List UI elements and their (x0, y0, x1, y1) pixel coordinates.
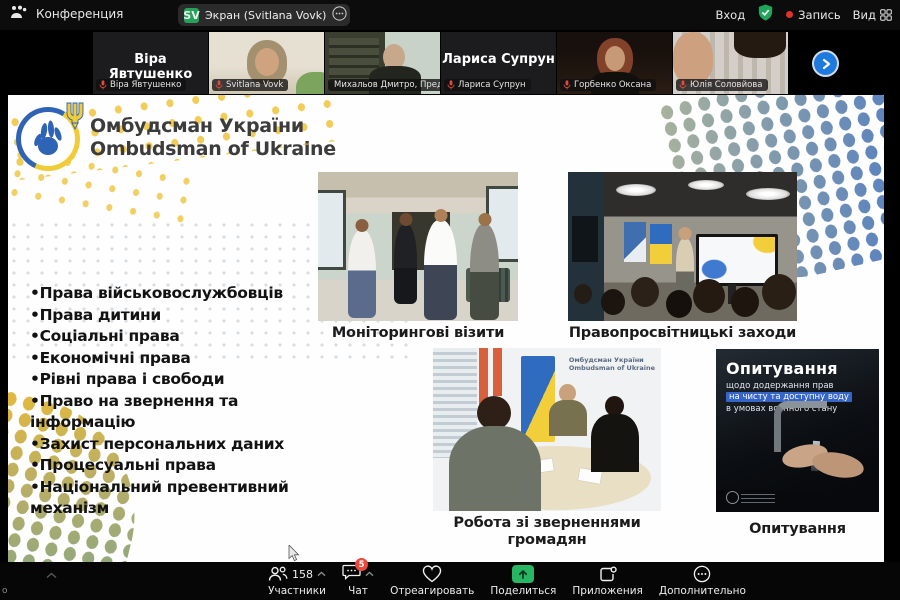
share-label: Поделиться (490, 585, 557, 597)
slide-title: Омбудсман України Ombudsman of Ukraine (90, 115, 336, 161)
participant-filmstrip: Віра Явтушенко Віра Явтушенко Svitlana V… (0, 30, 900, 95)
heart-icon (423, 565, 442, 583)
apps-label: Приложения (572, 585, 643, 597)
next-participants-button[interactable] (812, 50, 839, 77)
photo-survey-poster: Опитування щодо додержання прав на чисту… (716, 349, 879, 512)
sharer-initials-badge: SV (183, 7, 200, 23)
active-share-pill[interactable]: SV Экран (Svitlana Vovk) (178, 4, 350, 26)
chat-button[interactable]: 5 Чат (342, 558, 374, 597)
slide-title-en: Ombudsman of Ukraine (90, 138, 336, 160)
view-label: Вид (852, 7, 876, 22)
participant-tile[interactable]: Лариса Супрун Лариса Супрун (441, 32, 556, 94)
photo-caption: Правопросвітницькі заходи (568, 325, 797, 341)
record-dot-icon (786, 11, 794, 18)
conference-label: Конференция (36, 6, 124, 21)
bullet-item: •Права дитини (30, 305, 161, 324)
participant-name-label: Юлія Соловйова (676, 79, 768, 91)
photo-caption: Моніторингові візити (331, 325, 505, 341)
participant-tile-active-speaker[interactable]: Михальов Дмитро, Предс... (325, 32, 440, 94)
hand-icon (34, 120, 62, 155)
participants-label: Участники (268, 585, 326, 597)
muted-mic-icon (99, 80, 107, 90)
security-shield-icon[interactable] (757, 4, 774, 25)
muted-mic-icon (563, 80, 571, 90)
participant-name-label: Svitlana Vovk (212, 79, 289, 91)
view-button[interactable]: Вид (853, 8, 892, 22)
participant-display-name: Віра Явтушенко (108, 52, 193, 82)
participant-name-label: Михальов Дмитро, Предс... (328, 79, 440, 91)
apps-icon (599, 565, 617, 581)
participant-tile[interactable]: Юлія Соловйова (673, 32, 788, 94)
clipped-edge-text: о (2, 586, 8, 596)
photo-monitoring-visit (318, 172, 518, 321)
chat-unread-badge: 5 (355, 558, 369, 571)
bullet-item: •Національний превентивний механізм (30, 477, 289, 518)
more-button[interactable]: Дополнительно (659, 565, 746, 597)
bullet-item: •Соціальні права (30, 327, 180, 345)
share-up-arrow-icon (519, 570, 528, 579)
muted-mic-icon (679, 80, 687, 90)
poster-title: Опитування (726, 359, 838, 378)
muted-mic-icon (215, 80, 223, 90)
blue-flag (624, 222, 646, 262)
chevron-up-icon (365, 571, 374, 577)
poster-logo-icon (726, 491, 739, 504)
chevron-up-icon (317, 571, 326, 577)
bullet-item: •Економічні права (30, 348, 191, 367)
photo-legal-education-event (568, 172, 797, 321)
mouse-cursor (288, 544, 300, 562)
shared-screen-slide: Омбудсман України Ombudsman of Ukraine •… (8, 95, 884, 562)
share-options-icon[interactable] (332, 6, 348, 24)
participants-button[interactable]: 158 Участники (268, 565, 326, 597)
muted-mic-icon (447, 80, 455, 90)
shared-screen-title: Экран (Svitlana Vovk) (205, 8, 327, 22)
participant-name-label: Горбенко Оксана (560, 79, 657, 91)
meeting-top-bar: Конференция SV Экран (Svitlana Vovk) Вхо… (0, 0, 900, 30)
participant-tile[interactable]: Svitlana Vovk (209, 32, 324, 94)
chat-label: Чат (348, 585, 368, 597)
bullet-item: •Процесуальні права (30, 456, 216, 474)
bullet-item: •Захист персональних даних (30, 434, 284, 453)
bullet-item: •Рівні права і свободи (30, 370, 225, 388)
zoom-meeting-window: Конференция SV Экран (Svitlana Vovk) Вхо… (0, 0, 900, 600)
slide-title-uk: Омбудсман України (90, 115, 304, 137)
meeting-toolbar: о 158 Участники 5 Чат Отреагировать Поде… (0, 558, 900, 600)
conference-icon (10, 5, 27, 22)
bullet-item: •Права військовослужбовців (30, 284, 283, 302)
record-label: Запись (798, 7, 841, 22)
photo-caption: Робота зі зверненнями громадян (453, 515, 641, 548)
participant-name-label: Віра Явтушенко (96, 79, 187, 91)
react-label: Отреагировать (390, 585, 475, 597)
grid-view-icon (880, 8, 892, 21)
more-ellipsis-icon (694, 565, 711, 583)
apps-button[interactable]: Приложения (572, 565, 643, 597)
recording-indicator[interactable]: Запись (786, 8, 841, 22)
photo-citizen-appeals-meeting: Омбудсман України Ombudsman of Ukraine (433, 348, 661, 511)
poster-line: щодо додержання прав (726, 381, 834, 391)
rights-bullet-list: •Права військовослужбовців •Права дитини… (30, 283, 348, 520)
participant-name-label: Лариса Супрун (444, 79, 531, 91)
participant-tile[interactable]: Віра Явтушенко Віра Явтушенко (93, 32, 208, 94)
share-screen-button[interactable]: Поделиться (490, 565, 556, 597)
chevron-up-icon (46, 572, 57, 579)
signin-button[interactable]: Вход (715, 8, 745, 22)
bullet-item: •Право на звернення та інформацію (30, 391, 239, 432)
photo-caption: Опитування (749, 521, 846, 537)
more-label: Дополнительно (658, 585, 746, 597)
participant-tile[interactable]: Горбенко Оксана (557, 32, 672, 94)
trident-icon (64, 101, 86, 135)
react-button[interactable]: Отреагировать (390, 565, 474, 597)
participant-display-name: Лариса Супрун (442, 52, 555, 67)
participants-icon (268, 566, 288, 581)
participants-count: 158 (292, 567, 313, 581)
ukraine-flag (650, 224, 672, 264)
chevron-right-icon (822, 58, 830, 69)
